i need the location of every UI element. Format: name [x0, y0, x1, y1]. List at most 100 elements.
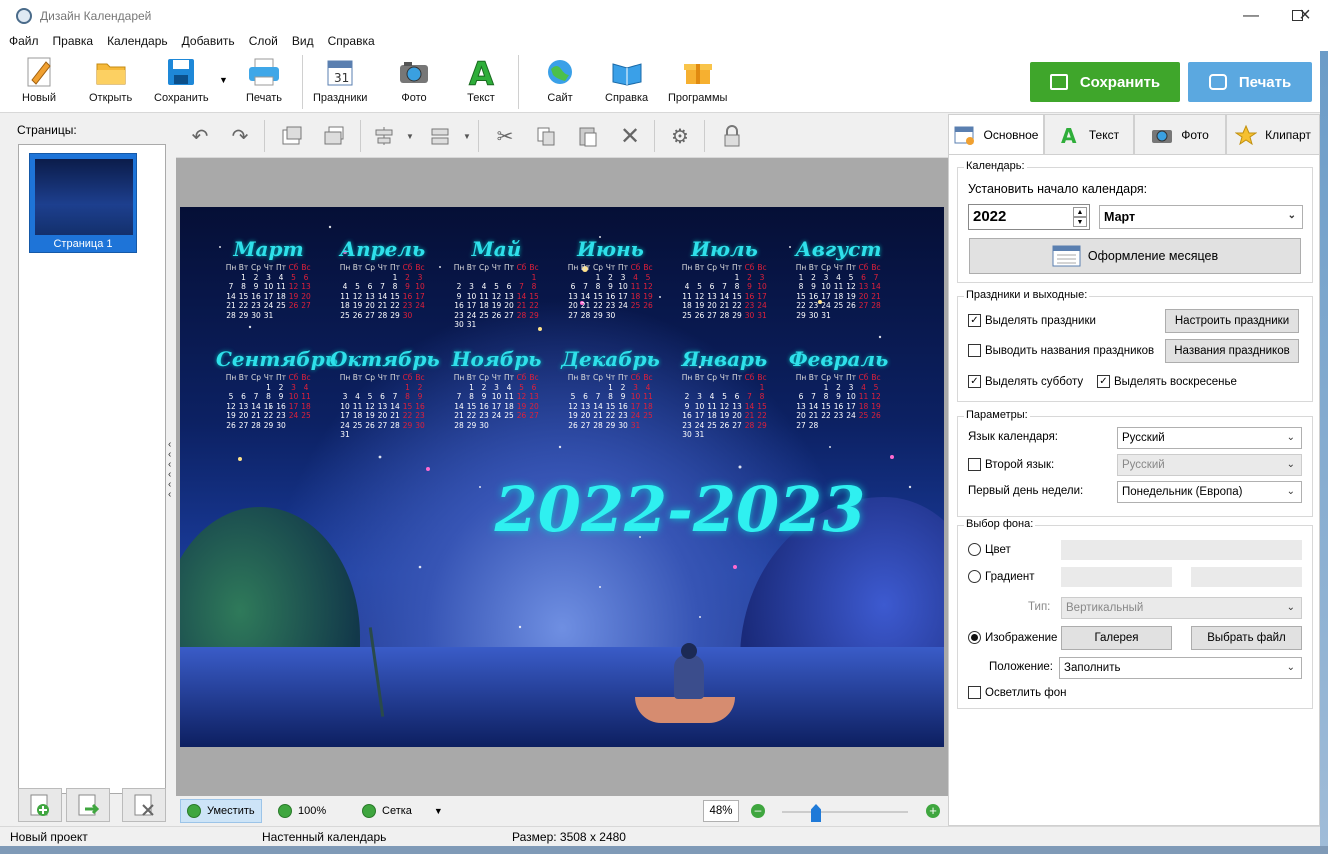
- highlight-holidays-checkbox[interactable]: ✓ Выделять праздники: [968, 314, 1096, 327]
- show-holiday-names-checkbox[interactable]: Выводить названия праздников: [968, 344, 1154, 357]
- months-design-button[interactable]: Оформление месяцев: [969, 238, 1301, 274]
- distribute-icon[interactable]: [428, 124, 452, 148]
- fit-button[interactable]: Уместить: [180, 799, 262, 823]
- delete-page-button[interactable]: [122, 788, 166, 822]
- zoom-field[interactable]: 48%: [703, 800, 739, 822]
- lighten-background-checkbox[interactable]: Осветлить фон: [968, 686, 1067, 699]
- open-button[interactable]: Открыть: [89, 55, 132, 111]
- redo-icon[interactable]: ↷: [228, 124, 252, 148]
- day-cell: 10: [757, 282, 767, 291]
- weekday-label: Ср: [707, 373, 717, 382]
- help-button[interactable]: Справка: [605, 55, 648, 111]
- tab-photo[interactable]: Фото: [1134, 114, 1226, 154]
- lock-icon[interactable]: [720, 124, 744, 148]
- site-button[interactable]: Сайт: [543, 55, 577, 111]
- color-swatch[interactable]: [1061, 540, 1302, 560]
- day-cell: 1: [595, 272, 601, 282]
- calendar-page[interactable]: Март Пн Вт Ср Чт Пт Сб Вс 1 2 3 4 5 6 7 8 9 10 11 12 13 14 15 1…: [180, 207, 944, 747]
- bring-front-icon[interactable]: [280, 124, 304, 148]
- insert-page-button[interactable]: [66, 788, 110, 822]
- menu-add[interactable]: Добавить: [182, 34, 235, 48]
- page-list[interactable]: Страница 1: [18, 144, 166, 794]
- language-select[interactable]: Русский ⌄: [1117, 427, 1302, 449]
- zoom-slider-thumb[interactable]: [811, 804, 821, 822]
- image-radio[interactable]: Изображение: [968, 631, 1057, 644]
- color-radio[interactable]: Цвет: [968, 543, 1011, 556]
- tab-clipart[interactable]: Клипарт: [1226, 114, 1320, 154]
- print-big-button[interactable]: Печать: [1188, 62, 1312, 102]
- menu-view[interactable]: Вид: [292, 34, 314, 48]
- menu-edit[interactable]: Правка: [53, 34, 94, 48]
- design-stage[interactable]: Март Пн Вт Ср Чт Пт Сб Вс 1 2 3 4 5 6 7 8 9 10 11 12 13 14 15 1…: [176, 158, 948, 796]
- month-select[interactable]: Март ⌄: [1099, 205, 1303, 229]
- properties-body: Календарь: Установить начало календаря: …: [948, 154, 1320, 826]
- new-button[interactable]: Новый: [22, 55, 56, 111]
- delete-icon[interactable]: ✕: [618, 123, 642, 150]
- gradient-type-select[interactable]: Вертикальный ⌄: [1061, 597, 1302, 619]
- gradient-color-1[interactable]: [1061, 567, 1172, 587]
- scissors-icon[interactable]: ✂: [493, 124, 517, 148]
- align-dropdown-arrow[interactable]: ▼: [406, 132, 414, 141]
- print-button[interactable]: Печать: [246, 55, 282, 111]
- menu-help[interactable]: Справка: [328, 34, 375, 48]
- save-dropdown-arrow[interactable]: ▼: [219, 75, 228, 85]
- year-spinner[interactable]: 2022 ▲ ▼: [968, 204, 1090, 230]
- zoom-100-button[interactable]: 100%: [272, 799, 332, 823]
- second-language-select[interactable]: Русский ⌄: [1117, 454, 1302, 476]
- weekday-label: Вт: [580, 263, 591, 272]
- weekday-label: Сб: [402, 263, 413, 272]
- day-cell: 17: [263, 291, 274, 301]
- page-thumbnail[interactable]: Страница 1: [29, 153, 137, 253]
- text-button[interactable]: A Текст: [464, 55, 498, 111]
- align-icon[interactable]: [372, 124, 396, 148]
- zoom-slider-track[interactable]: [782, 811, 908, 813]
- spinner-up-icon[interactable]: ▲: [1073, 207, 1087, 217]
- add-page-button[interactable]: [18, 788, 62, 822]
- gear-icon[interactable]: ⚙: [668, 124, 692, 148]
- send-back-icon[interactable]: [322, 124, 346, 148]
- distribute-dropdown-arrow[interactable]: ▼: [463, 132, 471, 141]
- holiday-names-button[interactable]: Названия праздников: [1165, 339, 1299, 363]
- grid-dropdown-arrow[interactable]: ▼: [434, 806, 443, 816]
- setup-holidays-button[interactable]: Настроить праздники: [1165, 309, 1299, 333]
- close-button[interactable]: ×: [1282, 0, 1328, 31]
- day-cell: 20: [707, 301, 717, 310]
- day-cell: 13: [796, 401, 806, 411]
- gradient-color-2[interactable]: [1191, 567, 1302, 587]
- checkbox-checked: ✓: [1097, 375, 1110, 388]
- day-cell: 4: [645, 382, 651, 392]
- highlight-saturday-checkbox[interactable]: ✓ Выделять субботу: [968, 375, 1083, 388]
- undo-icon[interactable]: ↶: [188, 124, 212, 148]
- save-button[interactable]: Сохранить: [154, 55, 209, 111]
- weekday-label: Чт: [377, 263, 388, 272]
- holidays-button[interactable]: 31 Праздники: [313, 55, 367, 111]
- tab-main[interactable]: Основное: [948, 114, 1044, 154]
- first-day-select[interactable]: Понедельник (Европа) ⌄: [1117, 481, 1302, 503]
- copy-icon[interactable]: [534, 124, 558, 148]
- photo-button[interactable]: Фото: [397, 55, 431, 111]
- day-cell: 14: [226, 291, 236, 301]
- programs-button[interactable]: Программы: [668, 55, 727, 111]
- grid-button[interactable]: Сетка ▼: [356, 799, 449, 823]
- gradient-radio[interactable]: Градиент: [968, 570, 1035, 583]
- position-select[interactable]: Заполнить ⌄: [1059, 657, 1302, 679]
- collapse-handle[interactable]: ‹ ‹ ‹ ‹ ‹ ‹: [168, 440, 171, 500]
- menu-layer[interactable]: Слой: [249, 34, 278, 48]
- paste-icon[interactable]: [576, 124, 600, 148]
- menu-calendar[interactable]: Календарь: [107, 34, 168, 48]
- gallery-button[interactable]: Галерея: [1061, 626, 1172, 650]
- desktop-background-right: [1320, 51, 1328, 854]
- zoom-out-icon[interactable]: –: [751, 804, 765, 818]
- globe-icon: [543, 55, 577, 89]
- spinner-down-icon[interactable]: ▼: [1073, 217, 1087, 227]
- menu-file[interactable]: Файл: [9, 34, 39, 48]
- day-cell: 9: [456, 291, 462, 301]
- day-cell: 11: [643, 392, 653, 401]
- highlight-sunday-checkbox[interactable]: ✓ Выделять воскресенье: [1097, 375, 1237, 388]
- tab-text[interactable]: A Текст: [1044, 114, 1134, 154]
- choose-file-button[interactable]: Выбрать файл: [1191, 626, 1302, 650]
- zoom-in-icon[interactable]: +: [926, 804, 940, 818]
- year-title[interactable]: 2022-2023: [460, 473, 900, 546]
- second-language-checkbox[interactable]: Второй язык:: [968, 458, 1054, 471]
- save-big-button[interactable]: Сохранить: [1030, 62, 1180, 102]
